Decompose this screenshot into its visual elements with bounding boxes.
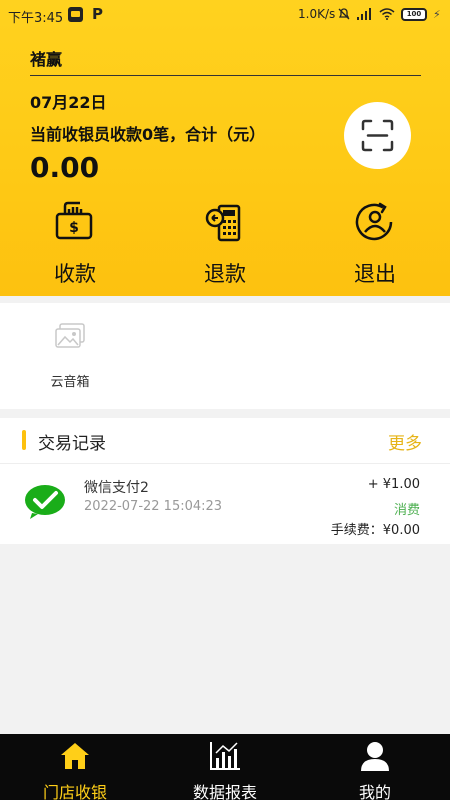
battery-icon: 100: [401, 7, 427, 21]
cloud-speaker-label: 云音箱: [50, 375, 90, 390]
tools-panel: 云音箱: [0, 303, 450, 409]
refund-label: 退款: [204, 262, 246, 286]
transaction-time: 2022-07-22 15:04:23: [84, 499, 223, 514]
refund-button[interactable]: 退款: [175, 200, 275, 288]
transaction-fee: 手续费：¥0.00: [330, 523, 420, 538]
tab-mine[interactable]: 我的: [300, 734, 450, 800]
collect-payment-label: 收款: [54, 262, 96, 286]
current-date: 07月22日: [30, 93, 107, 112]
network-speed: 1.0K/s: [298, 7, 336, 21]
section-accent-bar: [22, 430, 26, 450]
home-icon: [61, 743, 89, 769]
store-name: 褚赢: [30, 50, 63, 69]
more-records-link[interactable]: 更多: [388, 429, 422, 454]
transaction-type: 消费: [393, 503, 420, 518]
total-amount: 0.00: [30, 151, 100, 184]
parking-app-icon: P: [92, 5, 103, 23]
tab-mine-label: 我的: [358, 783, 391, 800]
chart-icon: [210, 742, 240, 770]
svg-text:$: $: [69, 220, 79, 236]
logout-icon: [355, 202, 393, 241]
wechat-pay-icon: [25, 485, 65, 519]
cloud-speaker-button[interactable]: 云音箱: [40, 323, 100, 390]
app-notification-icon: [68, 7, 83, 22]
wifi-icon: [379, 8, 395, 20]
tab-store-label: 门店收银: [42, 783, 107, 800]
signal-icon: [357, 8, 373, 20]
transaction-amount: + ¥1.00: [367, 477, 420, 492]
list-item[interactable]: 微信支付2 2022-07-22 15:04:23 + ¥1.00 消费 手续费…: [0, 464, 450, 544]
records-title: 交易记录: [38, 434, 106, 454]
collection-summary: 当前收银员收款0笔，合计（元）: [30, 125, 266, 144]
logout-label: 退出: [354, 262, 396, 286]
cash-icon: $: [55, 201, 93, 240]
tab-store-checkout[interactable]: 门店收银: [0, 734, 150, 800]
records-header: 交易记录 更多: [0, 418, 450, 464]
transaction-records: 交易记录 更多 微信支付2 2022-07-22 15:04:23 + ¥1.0…: [0, 418, 450, 544]
mute-icon: [338, 8, 350, 20]
header-panel: 下午3:45 P 1.0K/s 100 ⚡ 褚赢 07月22日 当前收银员收款0…: [0, 0, 450, 296]
bottom-tab-bar: 门店收银 数据报表 我的: [0, 734, 450, 800]
scan-icon: [361, 119, 394, 152]
collect-payment-button[interactable]: $ 收款: [25, 200, 125, 288]
tab-report-label: 数据报表: [192, 783, 257, 800]
status-time: 下午3:45: [8, 11, 64, 26]
tab-data-report[interactable]: 数据报表: [150, 734, 300, 800]
user-icon: [361, 742, 389, 771]
charging-icon: ⚡: [433, 7, 441, 21]
status-icons: 100 ⚡: [337, 7, 441, 21]
image-placeholder-icon: [55, 323, 85, 348]
scan-button[interactable]: [344, 102, 411, 169]
status-bar: 下午3:45 P 1.0K/s 100 ⚡: [0, 0, 450, 30]
refund-icon: [205, 204, 241, 242]
header-divider: [30, 75, 421, 76]
logout-button[interactable]: 退出: [325, 200, 425, 288]
payment-method: 微信支付2: [84, 480, 149, 496]
